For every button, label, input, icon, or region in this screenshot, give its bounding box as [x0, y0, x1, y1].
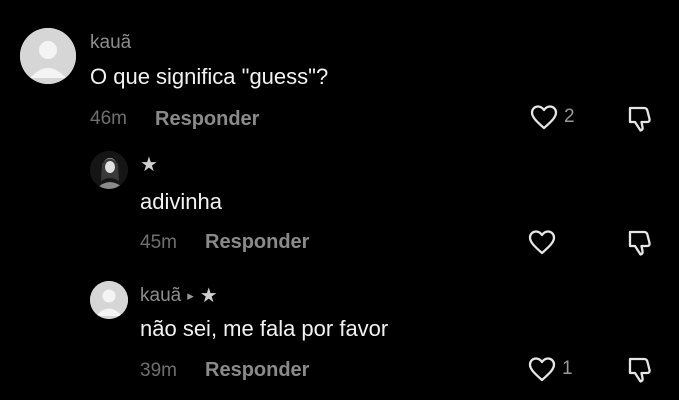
- dislike-button[interactable]: [625, 227, 655, 257]
- dislike-button[interactable]: [625, 103, 655, 133]
- reply-arrow-icon: ▸: [187, 287, 194, 303]
- like-count: 2: [564, 106, 575, 127]
- comment-timestamp: 46m: [90, 108, 127, 129]
- heart-outline-icon: [528, 230, 556, 255]
- heart-outline-icon: [530, 105, 558, 130]
- like-button[interactable]: 2: [530, 104, 575, 130]
- comment-text: O que significa "guess"?: [90, 64, 329, 89]
- dislike-button[interactable]: [625, 354, 655, 384]
- like-count: 1: [562, 358, 573, 379]
- like-button[interactable]: [528, 229, 562, 255]
- comment-username[interactable]: kauã: [90, 32, 131, 54]
- thumbs-down-outline-icon: [628, 230, 651, 256]
- comment-username[interactable]: ★: [140, 152, 158, 177]
- thumbs-down-outline-icon: [628, 106, 651, 132]
- avatar[interactable]: [90, 151, 128, 189]
- comment-timestamp: 39m: [140, 360, 177, 381]
- star-icon: ★: [199, 285, 218, 307]
- thumbs-down-outline-icon: [628, 357, 651, 383]
- comment-username[interactable]: kauã ▸ ★: [140, 283, 218, 308]
- like-button[interactable]: 1: [528, 356, 573, 382]
- default-avatar-icon: [90, 281, 128, 319]
- avatar[interactable]: [20, 28, 76, 84]
- reply-button[interactable]: Responder: [155, 108, 259, 131]
- profile-photo-avatar: [90, 151, 128, 189]
- default-avatar-icon: [20, 28, 76, 84]
- reply-button[interactable]: Responder: [205, 231, 309, 254]
- comment-text: adivinha: [140, 189, 222, 214]
- heart-outline-icon: [528, 357, 556, 382]
- comment-timestamp: 45m: [140, 232, 177, 253]
- reply-button[interactable]: Responder: [205, 359, 309, 382]
- comment-text: não sei, me fala por favor: [140, 316, 389, 341]
- avatar[interactable]: [90, 281, 128, 319]
- star-icon: ★: [140, 154, 158, 176]
